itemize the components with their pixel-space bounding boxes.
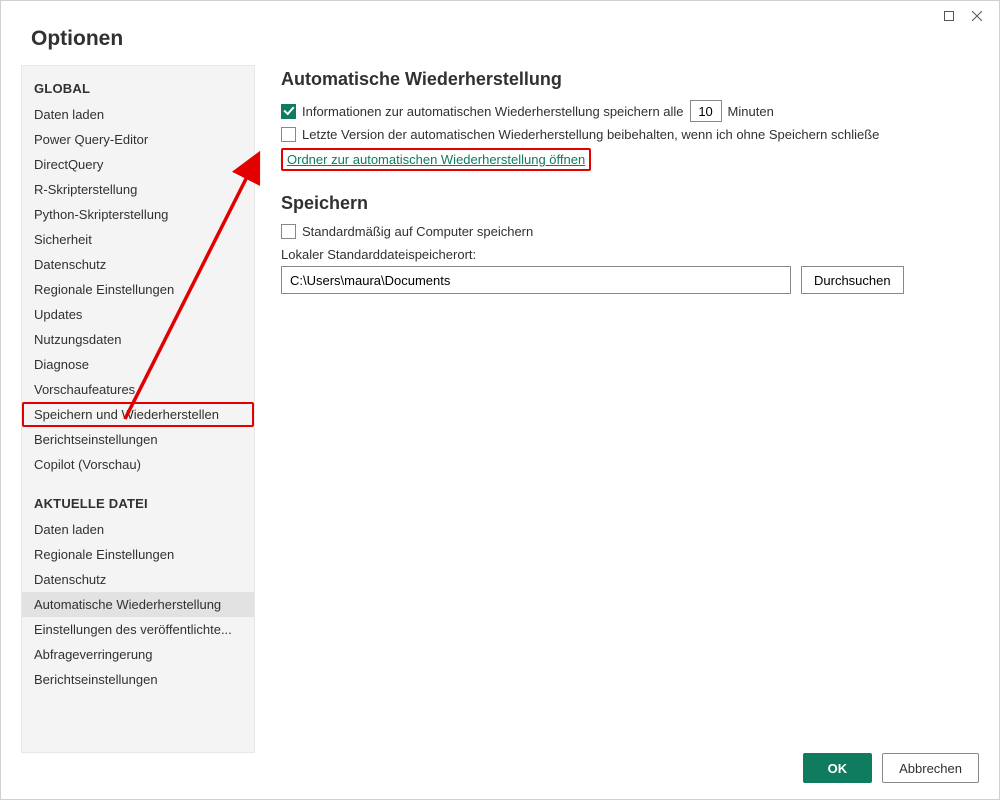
sidebar-item-regionale-einstellungen[interactable]: Regionale Einstellungen xyxy=(22,277,254,302)
sidebar-item-updates[interactable]: Updates xyxy=(22,302,254,327)
sidebar-header-global: GLOBAL xyxy=(22,72,254,102)
maximize-icon[interactable] xyxy=(935,4,963,28)
sidebar-item-speichern-und-wiederherstellen[interactable]: Speichern und Wiederherstellen xyxy=(22,402,254,427)
sidebar-item-cf-daten-laden[interactable]: Daten laden xyxy=(22,517,254,542)
sidebar-item-cf-regionale-einstellungen[interactable]: Regionale Einstellungen xyxy=(22,542,254,567)
sidebar-item-cf-berichtseinstellungen[interactable]: Berichtseinstellungen xyxy=(22,667,254,692)
sidebar-item-sicherheit[interactable]: Sicherheit xyxy=(22,227,254,252)
label-store-autorecover-suffix: Minuten xyxy=(728,104,774,119)
sidebar-item-nutzungsdaten[interactable]: Nutzungsdaten xyxy=(22,327,254,352)
label-keep-last-autorecover: Letzte Version der automatischen Wiederh… xyxy=(302,127,879,142)
cancel-button[interactable]: Abbrechen xyxy=(882,753,979,783)
highlight-open-autorecover-folder: Ordner zur automatischen Wiederherstellu… xyxy=(281,148,591,171)
content-pane: Automatische Wiederherstellung Informati… xyxy=(255,65,979,753)
sidebar-item-cf-datenschutz[interactable]: Datenschutz xyxy=(22,567,254,592)
sidebar-item-datenschutz[interactable]: Datenschutz xyxy=(22,252,254,277)
label-default-local-location: Lokaler Standarddateispeicherort: xyxy=(281,247,959,262)
sidebar-item-vorschaufeatures[interactable]: Vorschaufeatures xyxy=(22,377,254,402)
section-title-autorecover: Automatische Wiederherstellung xyxy=(281,69,959,90)
sidebar-item-cf-automatische-wiederherstellung[interactable]: Automatische Wiederherstellung xyxy=(22,592,254,617)
close-icon[interactable] xyxy=(963,4,991,28)
checkbox-keep-last-autorecover[interactable] xyxy=(281,127,296,142)
checkbox-store-autorecover-info[interactable] xyxy=(281,104,296,119)
sidebar-item-r-skripterstellung[interactable]: R-Skripterstellung xyxy=(22,177,254,202)
sidebar-item-directquery[interactable]: DirectQuery xyxy=(22,152,254,177)
browse-button[interactable]: Durchsuchen xyxy=(801,266,904,294)
ok-button[interactable]: OK xyxy=(803,753,873,783)
options-dialog: Optionen GLOBAL Daten laden Power Query-… xyxy=(0,0,1000,800)
sidebar-header-aktuelle-datei: AKTUELLE DATEI xyxy=(22,487,254,517)
sidebar-item-cf-abfrageverringerung[interactable]: Abfrageverringerung xyxy=(22,642,254,667)
checkbox-save-to-computer[interactable] xyxy=(281,224,296,239)
page-title: Optionen xyxy=(1,27,999,65)
link-open-autorecover-folder[interactable]: Ordner zur automatischen Wiederherstellu… xyxy=(287,152,585,167)
section-title-save: Speichern xyxy=(281,193,959,214)
sidebar-item-python-skripterstellung[interactable]: Python-Skripterstellung xyxy=(22,202,254,227)
sidebar-item-daten-laden[interactable]: Daten laden xyxy=(22,102,254,127)
input-default-local-location[interactable] xyxy=(281,266,791,294)
sidebar: GLOBAL Daten laden Power Query-Editor Di… xyxy=(21,65,255,753)
label-store-autorecover-prefix: Informationen zur automatischen Wiederhe… xyxy=(302,104,684,119)
label-save-to-computer: Standardmäßig auf Computer speichern xyxy=(302,224,533,239)
sidebar-item-power-query-editor[interactable]: Power Query-Editor xyxy=(22,127,254,152)
dialog-footer: OK Abbrechen xyxy=(803,753,979,783)
sidebar-item-diagnose[interactable]: Diagnose xyxy=(22,352,254,377)
sidebar-item-berichtseinstellungen[interactable]: Berichtseinstellungen xyxy=(22,427,254,452)
sidebar-item-cf-einstellungen-veroeffentlicht[interactable]: Einstellungen des veröffentlichte... xyxy=(22,617,254,642)
input-autorecover-interval[interactable] xyxy=(690,100,722,122)
sidebar-item-copilot-vorschau[interactable]: Copilot (Vorschau) xyxy=(22,452,254,477)
